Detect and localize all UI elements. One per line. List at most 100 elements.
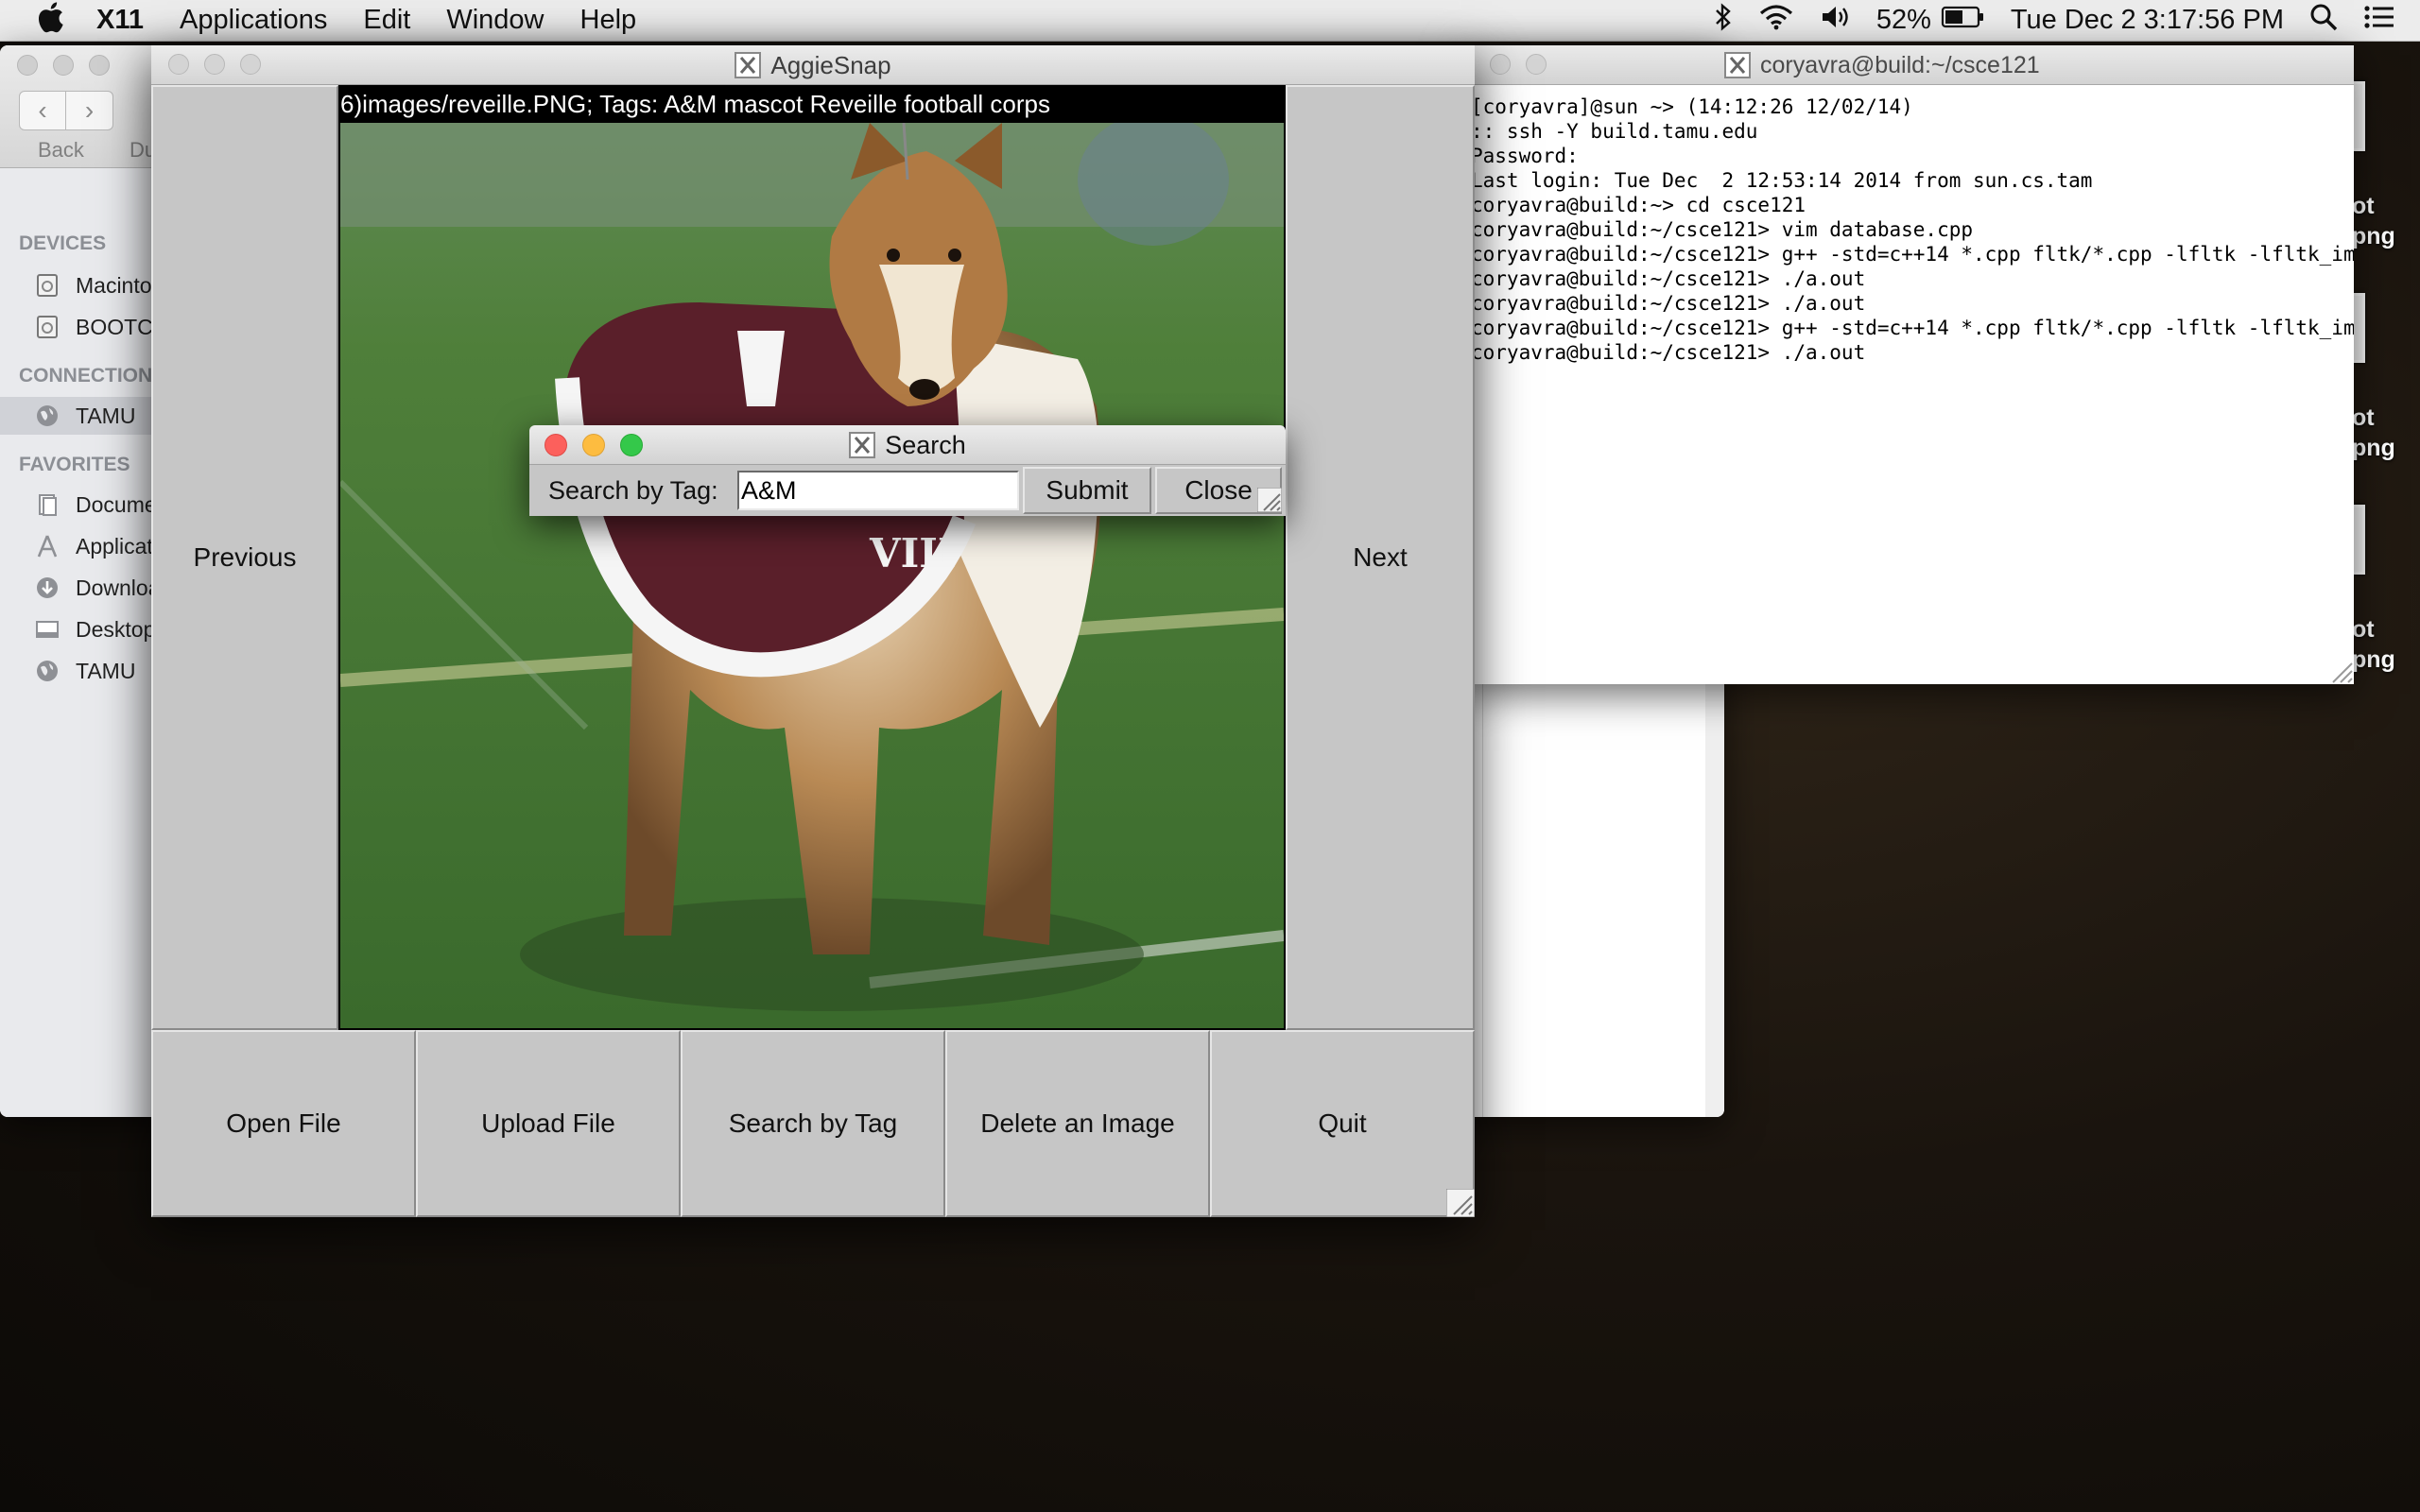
submit-button[interactable]: Submit xyxy=(1023,467,1151,514)
aggiesnap-titlebar[interactable]: AggieSnap xyxy=(151,45,1475,85)
sidebar-item-label: Documents xyxy=(76,491,151,517)
finder-close-button[interactable] xyxy=(17,55,38,76)
sidebar-item-label: BOOTCAMP xyxy=(76,314,151,339)
sidebar-item-bootcamp[interactable]: BOOTCAMP xyxy=(0,308,151,346)
terminal-line: Password: xyxy=(1471,145,1579,167)
x11-logo-icon xyxy=(735,52,762,78)
documents-icon xyxy=(34,491,60,518)
terminal-window-controls xyxy=(1490,54,1547,75)
sidebar-item-desktop[interactable]: Desktop xyxy=(0,610,151,648)
desktop-file-label[interactable]: ot png xyxy=(2352,403,2409,463)
delete-image-button-label: Delete an Image xyxy=(980,1108,1175,1138)
aggiesnap-body: Previous 6)images/reveille.PNG; Tags: A&… xyxy=(151,85,1476,1218)
desktop-file-label-line: png xyxy=(2352,223,2395,249)
globe-icon xyxy=(34,403,60,429)
previous-button[interactable]: Previous xyxy=(151,85,338,1030)
sidebar-item-label: Applications xyxy=(76,533,151,558)
finder-sidebar: DEVICES Macintosh HD BOOTCAMP CONNECTION… xyxy=(0,168,165,1117)
terminal-close-button[interactable] xyxy=(1490,54,1511,75)
terminal-line: Last login: Tue Dec 2 12:53:14 2014 from… xyxy=(1471,169,2093,192)
open-file-button-label: Open File xyxy=(226,1108,341,1138)
aggiesnap-resize-grip-icon[interactable] xyxy=(1445,1188,1476,1218)
aggiesnap-title: AggieSnap xyxy=(151,45,1475,85)
finder-zoom-button[interactable] xyxy=(89,55,110,76)
sidebar-item-applications[interactable]: Applications xyxy=(0,527,151,565)
finder-minimize-button[interactable] xyxy=(53,55,74,76)
finder-back-label: Back xyxy=(38,138,84,162)
desktop-file-label-line: ot xyxy=(2352,404,2375,431)
terminal-line: coryavra@build:~/csce121> ./a.out xyxy=(1471,292,1866,315)
next-button[interactable]: Next xyxy=(1286,85,1475,1030)
globe-icon xyxy=(34,658,60,684)
image-display: 6)images/reveille.PNG; Tags: A&M mascot … xyxy=(338,85,1286,1030)
sidebar-item-label: Desktop xyxy=(76,616,151,642)
download-icon xyxy=(34,575,60,601)
back-chevron-icon[interactable]: ‹ xyxy=(19,91,66,130)
menu-edit[interactable]: Edit xyxy=(345,5,428,36)
reveille-photo: VIII xyxy=(340,123,1284,1028)
battery-icon[interactable] xyxy=(1941,4,1986,38)
previous-button-label: Previous xyxy=(193,542,297,572)
desktop-file-label[interactable]: ot png xyxy=(2352,614,2409,675)
menu-applications[interactable]: Applications xyxy=(162,5,345,36)
desktop-file-label[interactable]: ot png xyxy=(2352,191,2409,251)
battery-percent[interactable]: 52% xyxy=(1876,5,1931,36)
finder-nav-buttons: ‹ › xyxy=(19,91,113,130)
terminal-titlebar[interactable]: coryavra@build:~/csce121 xyxy=(1461,45,2354,85)
notification-center-icon[interactable] xyxy=(2363,4,2395,38)
terminal-title-text: coryavra@build:~/csce121 xyxy=(1760,51,2040,78)
applications-icon xyxy=(34,533,60,559)
x11-logo-icon xyxy=(849,432,876,458)
delete-image-button[interactable]: Delete an Image xyxy=(945,1030,1210,1217)
terminal-resize-grip-icon[interactable] xyxy=(2327,658,2354,684)
terminal-line: [coryavra]@sun ~> (14:12:26 12/02/14) xyxy=(1471,95,1913,118)
search-dialog: Search Search by Tag: Submit Close xyxy=(529,425,1286,516)
terminal-line: coryavra@build:~/csce121> vim database.c… xyxy=(1471,218,1974,241)
hard-drive-icon xyxy=(34,272,60,299)
sidebar-section-devices: DEVICES xyxy=(19,232,107,254)
sidebar-item-tamu-connection[interactable]: TAMU xyxy=(0,397,151,435)
sidebar-section-connections: CONNECTIONS xyxy=(19,365,166,387)
quit-button[interactable]: Quit xyxy=(1210,1030,1475,1217)
sidebar-item-macintosh-hd[interactable]: Macintosh HD xyxy=(0,266,151,304)
desktop-file-label-line: png xyxy=(2352,435,2395,461)
terminal-line: coryavra@build:~/csce121> ./a.out xyxy=(1471,267,1866,290)
sidebar-section-favorites: FAVORITES xyxy=(19,454,130,475)
apple-menu-icon[interactable] xyxy=(25,1,76,41)
terminal-line: coryavra@build:~/csce121> ./a.out xyxy=(1471,341,1866,364)
menu-app-name[interactable]: X11 xyxy=(76,5,162,36)
menu-window[interactable]: Window xyxy=(428,5,562,36)
menu-bar: X11 Applications Edit Window Help 52% Tu… xyxy=(0,0,2420,42)
spotlight-search-icon[interactable] xyxy=(2308,2,2339,40)
desktop-file-label-line: png xyxy=(2352,646,2395,673)
bluetooth-icon[interactable] xyxy=(1714,2,1733,39)
aggiesnap-title-text: AggieSnap xyxy=(770,50,891,79)
search-dialog-resize-grip-icon[interactable] xyxy=(1256,487,1283,513)
sidebar-item-label: TAMU xyxy=(76,658,136,683)
aggiesnap-window: AggieSnap Previous 6)images/reveille.PNG… xyxy=(151,45,1476,1218)
search-by-tag-label: Search by Tag: xyxy=(548,475,718,505)
terminal-line: coryavra@build:~/csce121> g++ -std=c++14… xyxy=(1471,317,2354,339)
upload-file-button[interactable]: Upload File xyxy=(416,1030,681,1217)
search-dialog-titlebar[interactable]: Search xyxy=(529,425,1286,465)
volume-icon[interactable] xyxy=(1820,3,1852,39)
sidebar-item-label: Macintosh HD xyxy=(76,272,151,298)
search-dialog-title-text: Search xyxy=(885,430,966,459)
close-button-label: Close xyxy=(1184,475,1253,505)
hard-drive-icon xyxy=(34,314,60,340)
sidebar-item-downloads[interactable]: Downloads xyxy=(0,569,151,607)
sidebar-item-documents[interactable]: Documents xyxy=(0,486,151,524)
menubar-clock[interactable]: Tue Dec 2 3:17:56 PM xyxy=(2011,5,2284,36)
terminal-output[interactable]: [coryavra]@sun ~> (14:12:26 12/02/14) ::… xyxy=(1461,85,2354,684)
open-file-button[interactable]: Open File xyxy=(151,1030,416,1217)
forward-chevron-icon[interactable]: › xyxy=(66,91,113,130)
menu-help[interactable]: Help xyxy=(562,5,655,36)
wifi-icon[interactable] xyxy=(1757,3,1795,39)
search-by-tag-button[interactable]: Search by Tag xyxy=(681,1030,945,1217)
search-tag-input[interactable] xyxy=(737,471,1019,510)
sidebar-item-tamu-favorite[interactable]: TAMU xyxy=(0,652,151,690)
svg-text:VIII: VIII xyxy=(869,530,957,576)
sidebar-item-label: TAMU xyxy=(76,403,136,428)
terminal-minimize-button[interactable] xyxy=(1526,54,1547,75)
search-dialog-body: Search by Tag: Submit Close xyxy=(529,465,1286,516)
